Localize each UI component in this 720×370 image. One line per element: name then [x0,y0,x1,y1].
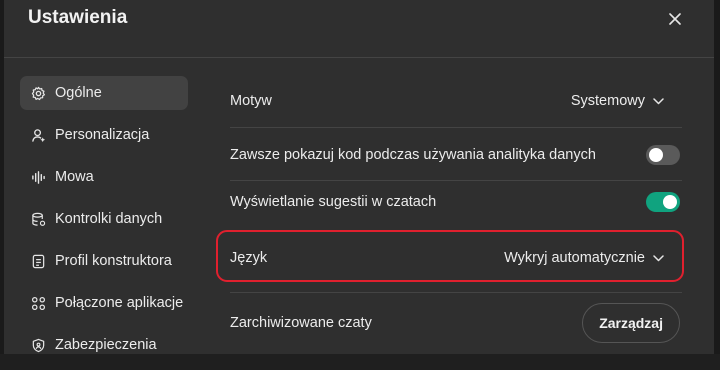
suggestions-row: Wyświetlanie sugestii w czatach [216,187,686,217]
language-value: Wykryj automatycznie [504,250,645,266]
theme-value: Systemowy [570,93,645,109]
dialog-header: Ustawienia [4,0,714,57]
show-code-row: Zawsze pokazuj kod podczas używania anal… [216,140,686,170]
sidebar-item-label: Ogólne [55,85,102,101]
id-card-icon [30,253,46,269]
settings-dialog: Ustawienia Ogólne Personalizacja Mowa Ko… [0,0,720,354]
database-icon [30,211,46,227]
theme-dropdown[interactable]: Systemowy [571,93,686,109]
settings-sidebar: Ogólne Personalizacja Mowa Kontrolki dan… [20,76,188,370]
row-divider [230,127,682,128]
chevron-down-icon [653,97,664,104]
archived-label: Zarchiwizowane czaty [230,315,372,331]
person-icon [30,127,46,143]
sidebar-item-personalization[interactable]: Personalizacja [20,118,188,152]
sidebar-item-security[interactable]: Zabezpieczenia [20,328,188,362]
sidebar-item-label: Zabezpieczenia [55,337,157,353]
sidebar-item-connected-apps[interactable]: Połączone aplikacje [20,286,188,320]
sidebar-item-label: Połączone aplikacje [55,295,184,311]
gear-icon [30,85,46,101]
manage-archived-button[interactable]: Zarządzaj [582,303,680,343]
close-icon [669,13,681,25]
show-code-label: Zawsze pokazuj kod podczas używania anal… [230,147,596,163]
window-edge-right [714,0,720,354]
sidebar-item-label: Personalizacja [55,127,150,143]
theme-label: Motyw [230,93,272,109]
sidebar-item-label: Mowa [55,169,94,185]
waveform-icon [30,169,46,185]
toggle-knob [649,148,663,162]
sidebar-item-data-controls[interactable]: Kontrolki danych [20,202,188,236]
sidebar-item-speech[interactable]: Mowa [20,160,188,194]
language-row: Język Wykryj automatycznie [216,243,686,273]
shield-icon [30,337,46,353]
show-code-toggle[interactable] [646,145,680,165]
row-divider [230,180,682,181]
suggestions-toggle[interactable] [646,192,680,212]
close-button[interactable] [664,8,686,30]
language-dropdown[interactable]: Wykryj automatycznie [504,250,686,266]
header-divider [4,57,714,58]
row-divider [230,292,682,293]
language-label: Język [230,250,268,266]
sidebar-item-builder-profile[interactable]: Profil konstruktora [20,244,188,278]
chevron-down-icon [653,254,664,261]
suggestions-label: Wyświetlanie sugestii w czatach [230,194,437,210]
theme-row: Motyw Systemowy [216,86,686,116]
sidebar-item-label: Profil konstruktora [55,253,172,269]
toggle-knob [663,195,677,209]
sidebar-item-general[interactable]: Ogólne [20,76,188,110]
sidebar-item-label: Kontrolki danych [55,211,163,227]
dialog-title: Ustawienia [28,7,128,28]
archived-row: Zarchiwizowane czaty Zarządzaj [216,303,686,343]
apps-grid-icon [30,295,46,311]
